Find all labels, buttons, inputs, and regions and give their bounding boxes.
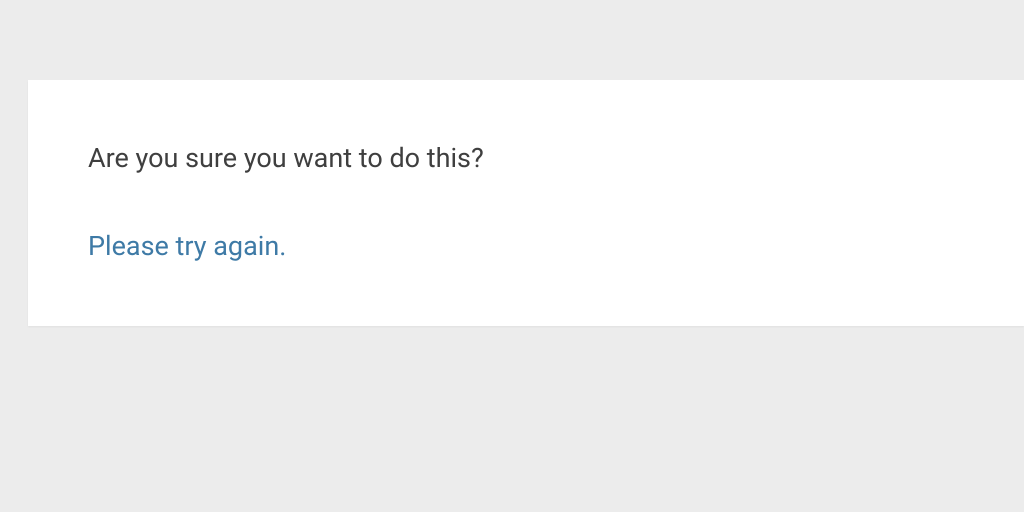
- confirmation-panel: Are you sure you want to do this? Please…: [28, 80, 1024, 326]
- retry-link[interactable]: Please try again.: [88, 228, 286, 266]
- confirmation-message: Are you sure you want to do this?: [88, 140, 964, 178]
